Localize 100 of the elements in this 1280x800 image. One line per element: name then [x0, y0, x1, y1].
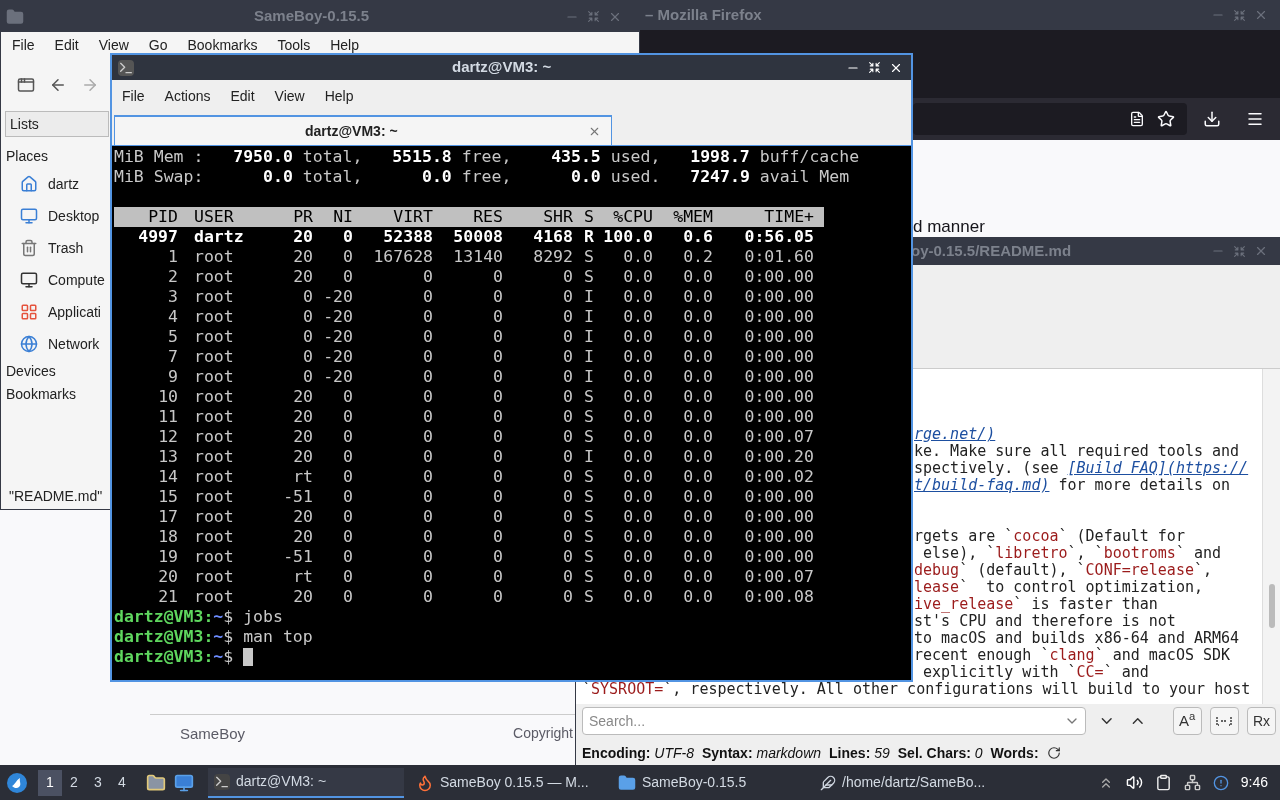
sidebar-item[interactable]: Desktop — [6, 200, 100, 232]
restore-icon[interactable] — [868, 61, 881, 74]
table-cell-text: 20 — [292, 427, 313, 447]
scrollbar-thumb[interactable] — [1268, 584, 1275, 628]
sidebar-item[interactable]: Compute — [6, 264, 105, 296]
memory-summary: MiB Mem : 7950.0 total, 5515.8 free, 435.5 used, 1998.7 buff/cache — [114, 147, 860, 167]
footer-text: Copyright — [513, 723, 573, 743]
table-cell-text: S — [583, 587, 594, 607]
reader-view-icon[interactable] — [1129, 111, 1145, 127]
table-cell-text: 0:00.00 — [743, 267, 814, 287]
whole-word-button[interactable] — [1209, 707, 1239, 735]
table-cell-text: I — [583, 347, 594, 367]
table-cell-text: 20 — [292, 447, 313, 467]
clock[interactable]: 9:46 — [1240, 772, 1268, 793]
window-title: SameBoy-0.15.5 — [254, 6, 370, 27]
workspace-button[interactable]: 1 — [38, 769, 62, 796]
table-cell-text: S — [583, 427, 594, 447]
column-header: VIRT — [392, 207, 433, 227]
new-window-icon[interactable] — [17, 76, 35, 94]
column-header: SHR — [542, 207, 573, 227]
text-line: t/build-faq.md) for more details on — [914, 476, 1231, 494]
table-cell-text: 0 — [562, 347, 573, 367]
table-cell-text: 0 — [422, 467, 433, 487]
file-manager-launcher-icon[interactable] — [146, 772, 166, 793]
download-icon[interactable] — [1203, 110, 1221, 128]
taskbar-task[interactable]: /home/dartz/SameBo... — [814, 767, 1010, 798]
table-cell-text: 0 — [492, 427, 503, 447]
taskbar-task[interactable]: dartz@VM3: ~ — [208, 767, 404, 798]
table-cell-text: 0 — [342, 547, 353, 567]
back-icon[interactable] — [49, 76, 67, 94]
regex-button[interactable]: Rx — [1246, 707, 1276, 735]
taskbar-task[interactable]: SameBoy 0.15.5 — M... — [410, 767, 606, 798]
table-cell-text: 0.0 — [622, 347, 653, 367]
table-cell-text: 0 — [422, 527, 433, 547]
menu-item[interactable]: Actions — [164, 85, 211, 107]
menu-item[interactable]: View — [274, 85, 305, 107]
terminal-tab[interactable]: dartz@VM3: ~ — [114, 115, 612, 145]
scrollbar[interactable] — [1262, 369, 1280, 704]
table-cell-text: 21 — [157, 587, 178, 607]
table-cell-text: 0:00.07 — [743, 427, 814, 447]
section-header[interactable]: Bookmarks — [6, 383, 77, 406]
table-cell-text: 4997 — [137, 227, 178, 247]
table-cell-text: root — [193, 527, 235, 547]
table-cell-text: 0:00.00 — [743, 287, 814, 307]
workspace-button[interactable]: 2 — [62, 769, 86, 796]
table-cell-text: 20 — [157, 567, 178, 587]
notification-icon[interactable] — [1212, 774, 1229, 791]
table-cell-text: root — [193, 487, 235, 507]
desktop-launcher-icon[interactable] — [174, 772, 194, 793]
menu-item[interactable]: Bookmarks — [187, 35, 258, 56]
menu-item[interactable]: Help — [324, 85, 354, 107]
table-cell-text: root — [193, 387, 235, 407]
footer-text: SameBoy — [180, 723, 246, 744]
table-cell-text: 7 — [167, 347, 178, 367]
feather-icon — [820, 774, 836, 791]
search-field[interactable]: Search... — [582, 707, 1086, 735]
table-cell-text: 0 — [422, 547, 433, 567]
text-line: to macOS and builds x86-64 and ARM64 — [914, 629, 1240, 647]
table-cell-text: 0.0 — [682, 427, 713, 447]
table-cell-text: 167628 — [372, 247, 433, 267]
table-cell-text: S — [583, 407, 594, 427]
match-case-button[interactable]: A$^{a}$ — [1172, 707, 1202, 735]
sidebar-item[interactable]: Applicati — [6, 296, 101, 328]
start-menu-icon[interactable] — [6, 771, 28, 794]
menu-item[interactable]: File — [12, 35, 35, 56]
menu-item[interactable]: File — [122, 85, 145, 107]
table-cell-text: dartz — [193, 227, 245, 247]
window-title: oy-0.15.5/README.md — [911, 240, 1072, 261]
table-cell-text: 2 — [167, 267, 178, 287]
workspace-button[interactable]: 3 — [86, 769, 110, 796]
sidebar-item[interactable]: Trash — [6, 232, 84, 264]
clipboard-icon[interactable] — [1154, 774, 1172, 791]
table-cell-text: 0.0 — [682, 267, 713, 287]
table-cell-text: 0.0 — [682, 367, 713, 387]
table-cell-text: 0:00.00 — [743, 527, 814, 547]
workspace-button[interactable]: 4 — [110, 769, 134, 796]
table-cell-text: 0 — [492, 287, 503, 307]
network-icon[interactable] — [1183, 774, 1201, 791]
table-cell-text: 0 — [492, 267, 503, 287]
menu-item[interactable]: Edit — [54, 35, 79, 56]
table-cell-text: 0 — [562, 267, 573, 287]
menu-item[interactable]: Edit — [230, 85, 255, 107]
star-icon[interactable] — [1157, 110, 1175, 128]
table-cell-text: 0 — [492, 367, 503, 387]
menu-item[interactable]: Go — [148, 35, 168, 56]
menu-item[interactable]: View — [98, 35, 129, 56]
shell-prompt: dartz@VM3:~$ — [114, 627, 234, 647]
section-header[interactable]: Devices — [6, 360, 56, 383]
view-selector[interactable]: Lists — [5, 111, 109, 137]
sidebar-item[interactable]: dartz — [6, 168, 80, 200]
sidebar-item[interactable]: Network — [6, 328, 100, 360]
table-cell-text: I — [583, 327, 594, 347]
table-cell-text: 0.0 — [682, 547, 713, 567]
menu-icon[interactable] — [1246, 110, 1264, 128]
volume-icon[interactable] — [1125, 774, 1143, 791]
menu-item[interactable]: Tools — [277, 35, 311, 56]
refresh-icon[interactable] — [1046, 746, 1061, 760]
section-header[interactable]: Places — [6, 145, 49, 168]
menu-item[interactable]: Help — [330, 35, 359, 56]
taskbar-task[interactable]: SameBoy-0.15.5 — [612, 767, 808, 798]
